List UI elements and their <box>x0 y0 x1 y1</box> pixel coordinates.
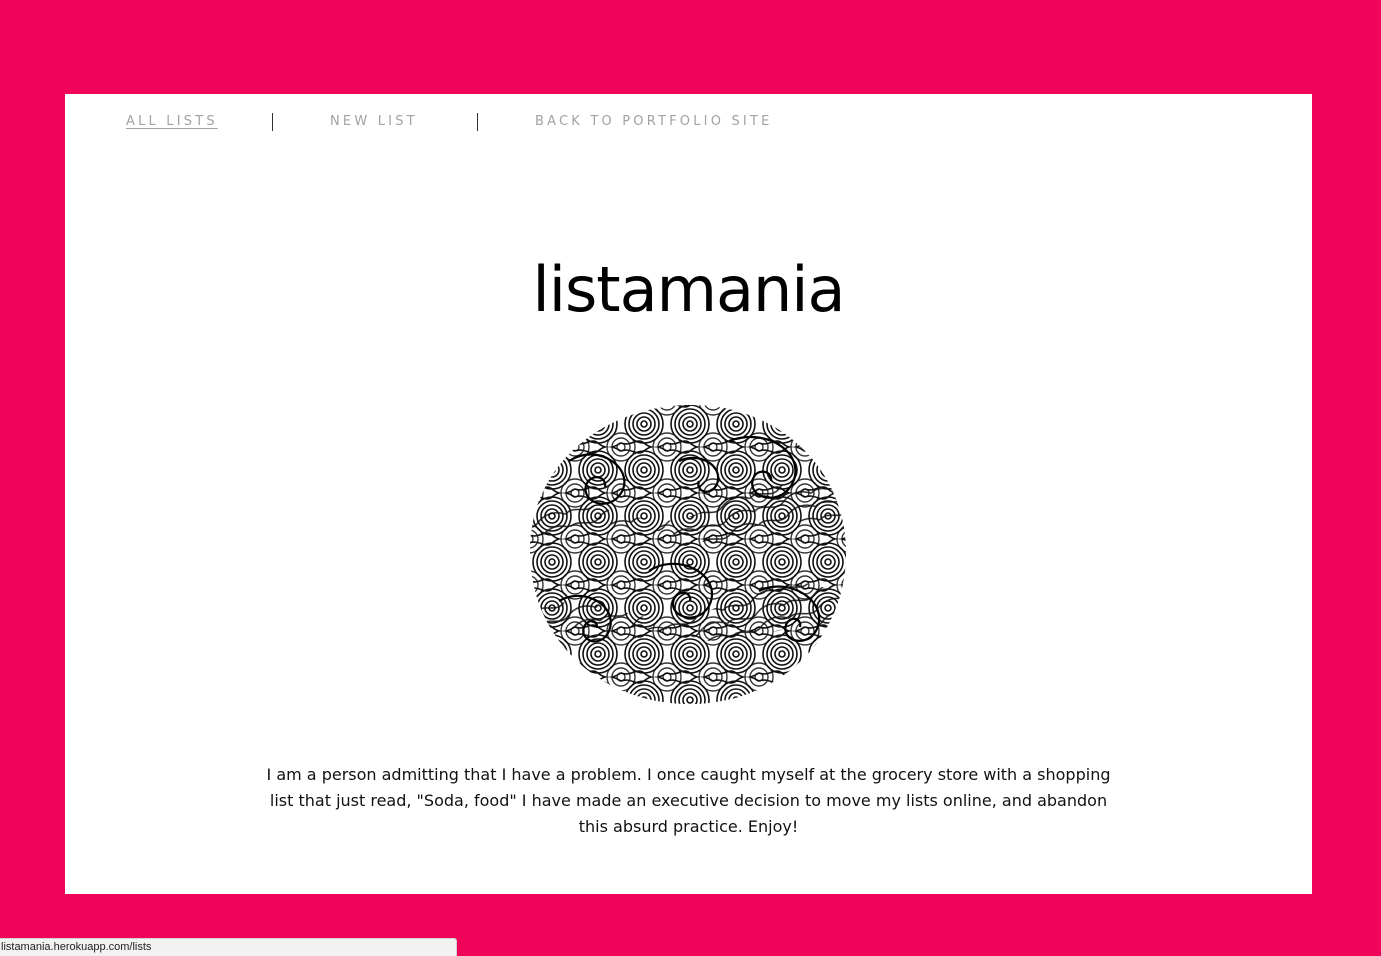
nav-divider <box>477 113 478 131</box>
browser-status-bar: listamania.herokuapp.com/lists <box>0 938 457 956</box>
main-card: ALL LISTS NEW LIST BACK TO PORTFOLIO SIT… <box>65 94 1312 894</box>
nav-new-list-link[interactable]: NEW LIST <box>330 114 418 130</box>
top-nav: ALL LISTS NEW LIST BACK TO PORTFOLIO SIT… <box>65 94 1312 150</box>
hero-wave-image <box>529 404 847 705</box>
nav-divider <box>272 113 273 131</box>
nav-all-lists-link[interactable]: ALL LISTS <box>126 114 218 130</box>
page-title: listamania <box>532 253 846 326</box>
nav-portfolio-link[interactable]: BACK TO PORTFOLIO SITE <box>535 114 773 130</box>
intro-description: I am a person admitting that I have a pr… <box>266 765 1111 836</box>
